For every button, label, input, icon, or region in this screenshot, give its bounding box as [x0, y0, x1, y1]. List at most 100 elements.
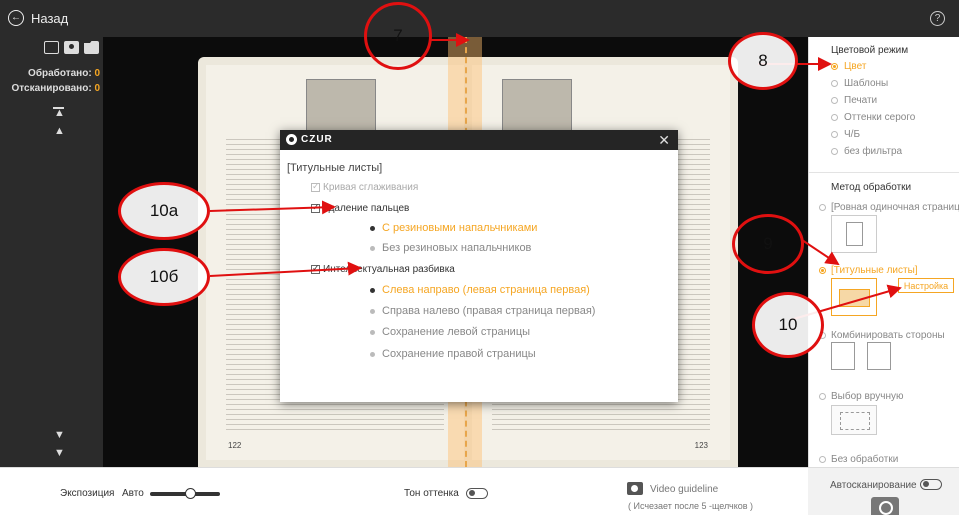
annotation-8: 8: [728, 32, 798, 90]
checkbox-icon: [311, 181, 320, 192]
question-circle-icon[interactable]: ?: [930, 11, 945, 26]
radio-icon: [831, 114, 838, 121]
left-panel: Обработано: 0 Отсканировано: 0 ▲ ▲ ▼ ▼: [0, 37, 103, 467]
czur-logo: CZUR: [286, 134, 333, 145]
processed-label: Обработано:: [28, 68, 92, 79]
annotation-9: 9: [732, 214, 804, 274]
radio-icon: [831, 80, 838, 87]
next-page-icon[interactable]: ▼: [54, 429, 65, 441]
folder-icon[interactable]: [84, 41, 99, 54]
dialog-title: [Титульные листы]: [287, 162, 383, 174]
split-option-left-to-right[interactable]: Слева направо (левая страница первая): [370, 284, 590, 296]
annotation-10a: 10а: [118, 182, 210, 240]
page-back-icon[interactable]: [867, 342, 891, 370]
finger-removal-checkbox[interactable]: Удаление пальцев: [311, 202, 410, 214]
exposure-mode: Авто: [122, 488, 144, 499]
method-title: Метод обработки: [831, 182, 912, 193]
option-label: Без обработки: [831, 454, 899, 465]
right-panel: Цветовой режим Цвет Шаблоны Печати Оттен…: [808, 37, 959, 467]
smart-split-checkbox[interactable]: Интеллектуальная разбивка: [311, 263, 455, 275]
close-icon[interactable]: ✕: [658, 132, 670, 148]
camera-icon[interactable]: [64, 41, 79, 54]
option-label: Без резиновых напальчников: [382, 242, 532, 254]
option-label: Выбор вручную: [831, 391, 904, 402]
checkbox-label: Интеллектуальная разбивка: [323, 264, 455, 275]
curve-smoothing-checkbox[interactable]: Кривая сглаживания: [311, 181, 419, 193]
radio-icon: [370, 245, 375, 251]
checkbox-label: Удаление пальцев: [323, 203, 410, 214]
finger-option-without-cots[interactable]: Без резиновых напальчников: [370, 242, 531, 254]
option-label: Сохранение левой страницы: [382, 326, 531, 338]
divider: [809, 172, 959, 173]
title-pages-settings-dialog: CZUR ✕ [Титульные листы] Кривая сглажива…: [280, 130, 678, 402]
back-label: Назад: [31, 10, 69, 26]
option-label: Оттенки серого: [844, 112, 916, 123]
right-page-number: 123: [694, 441, 708, 450]
title-pages-thumbnail[interactable]: [831, 278, 877, 316]
radio-icon: [831, 131, 838, 138]
edit-icon[interactable]: [44, 41, 59, 54]
crop-frame-icon: [840, 412, 870, 430]
option-label: Сохранение правой страницы: [382, 348, 536, 360]
radio-icon: [831, 97, 838, 104]
method-title-pages[interactable]: [Титульные листы]: [819, 265, 918, 276]
autoscan-label: Автосканирование: [830, 480, 917, 491]
czur-logo-icon: [286, 134, 297, 145]
arrow-left-circle-icon: ←: [8, 10, 24, 26]
manual-select-thumbnail[interactable]: [831, 405, 877, 435]
checkbox-label: Кривая сглаживания: [323, 182, 419, 193]
radio-icon: [831, 148, 838, 155]
scan-camera-icon[interactable]: [871, 497, 899, 515]
color-mode-title: Цветовой режим: [831, 45, 909, 56]
radio-icon: [831, 63, 838, 70]
color-mode-bw[interactable]: Ч/Б: [831, 129, 860, 140]
option-label: Комбинировать стороны: [831, 330, 945, 341]
radio-icon: [819, 204, 826, 211]
radio-icon: [370, 329, 375, 335]
method-manual[interactable]: Выбор вручную: [819, 391, 903, 402]
processed-counter: Обработано: 0: [0, 68, 100, 79]
back-button[interactable]: ← Назад: [8, 10, 68, 26]
settings-button[interactable]: Настройка: [898, 278, 954, 293]
color-mode-templates[interactable]: Шаблоны: [831, 78, 888, 89]
exposure-slider-handle[interactable]: [185, 488, 196, 499]
option-label: С резиновыми напальчниками: [382, 222, 538, 234]
scanned-counter: Отсканировано: 0: [0, 83, 100, 94]
color-mode-grayscale[interactable]: Оттенки серого: [831, 112, 915, 123]
video-guideline-link[interactable]: Video guideline: [650, 484, 718, 495]
flat-page-thumbnail[interactable]: [831, 215, 877, 253]
left-toolbar: [44, 41, 99, 54]
finger-option-with-cots[interactable]: С резиновыми напальчниками: [370, 222, 537, 234]
autoscan-toggle[interactable]: [920, 479, 942, 490]
option-label: Ч/Б: [844, 129, 861, 140]
dialog-header: CZUR ✕: [280, 130, 678, 150]
first-page-icon[interactable]: ▲: [53, 107, 65, 119]
exposure-label: Экспозиция: [60, 488, 115, 499]
method-flat-page[interactable]: [Ровная одиночная страница]: [819, 202, 959, 213]
last-page-icon[interactable]: ▼: [54, 447, 65, 459]
split-option-keep-right[interactable]: Сохранение правой страницы: [370, 348, 536, 360]
split-option-keep-left[interactable]: Сохранение левой страницы: [370, 326, 530, 338]
processed-value: 0: [94, 68, 100, 79]
color-mode-color[interactable]: Цвет: [831, 61, 866, 72]
color-mode-stamps[interactable]: Печати: [831, 95, 877, 106]
option-label: Слева направо (левая страница первая): [382, 284, 590, 296]
autoscan-panel: Автосканирование: [808, 468, 959, 515]
video-guideline-hint: ( Исчезает после 5 -щелчков ): [628, 501, 754, 511]
tone-toggle[interactable]: [466, 488, 488, 499]
radio-icon: [370, 308, 375, 314]
radio-icon: [370, 225, 375, 231]
annotation-10: 10: [752, 292, 824, 358]
checkbox-icon: [311, 263, 320, 274]
color-mode-none[interactable]: без фильтра: [831, 146, 902, 157]
method-combine-sides[interactable]: Комбинировать стороны: [819, 330, 945, 341]
option-label: Шаблоны: [844, 78, 889, 89]
page-front-icon[interactable]: [831, 342, 855, 370]
method-no-processing[interactable]: Без обработки: [819, 454, 898, 465]
previous-page-icon[interactable]: ▲: [54, 125, 65, 137]
brand-label: CZUR: [301, 134, 333, 145]
radio-icon: [370, 287, 375, 293]
bottom-bar: Экспозиция Авто Тон оттенка Video guidel…: [0, 467, 959, 515]
split-option-right-to-left[interactable]: Справа налево (правая страница первая): [370, 305, 595, 317]
radio-icon: [819, 267, 826, 274]
